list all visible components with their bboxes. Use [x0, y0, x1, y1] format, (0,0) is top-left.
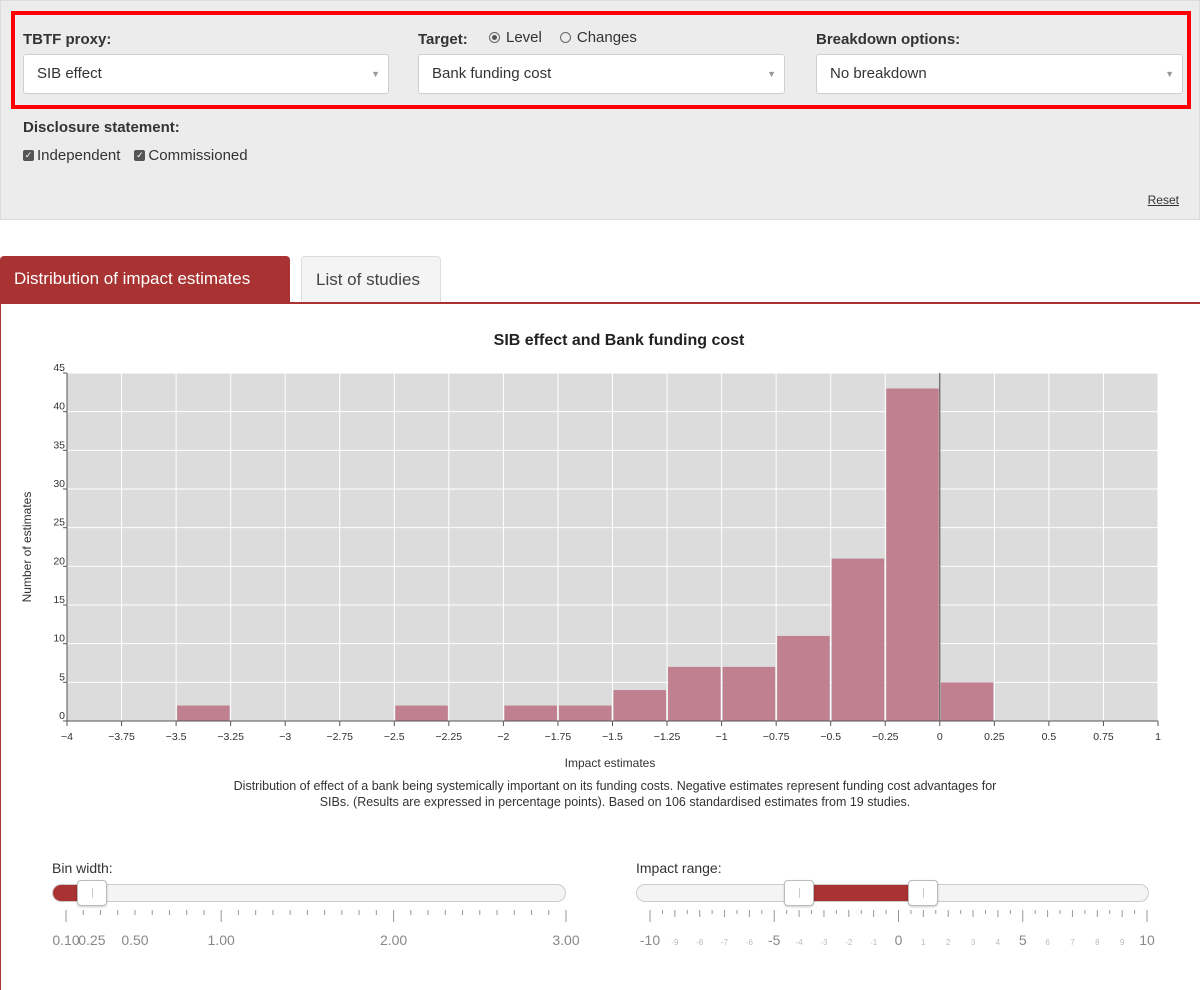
x-tick-label: −2.25: [436, 731, 463, 743]
histogram-chart: −4 −3.75 −3.5 −3.25 −3 −2.75 −2.5 −2.25 −2 −1.75 −…: [53, 362, 1161, 743]
histogram-bar: [668, 666, 721, 721]
histogram-bar: [558, 705, 612, 721]
range-tick-label: -9: [671, 938, 679, 947]
x-tick-label: 0.75: [1093, 731, 1114, 743]
bin-width-label: Bin width:: [52, 860, 113, 876]
x-tick-label: −1.75: [545, 731, 572, 743]
range-tick-label: 4: [996, 938, 1001, 947]
y-tick-label: 30: [53, 478, 65, 490]
histogram-bar: [831, 558, 885, 721]
y-tick-label: 10: [53, 633, 65, 645]
x-tick-label: −0.5: [820, 731, 841, 743]
x-tick-label: −1.25: [654, 731, 681, 743]
bin-width-handle[interactable]: [76, 880, 107, 906]
y-tick-label: 15: [53, 594, 65, 606]
range-tick-label: -7: [721, 938, 729, 947]
histogram-bar: [940, 682, 994, 721]
x-tick-label: −3.25: [217, 731, 244, 743]
bin-width-ticks: 0.100.25 0.50 1.00 2.00 3.00: [52, 910, 580, 948]
bin-tick-label: 0.50: [121, 932, 148, 948]
y-tick-label: 45: [53, 362, 65, 374]
x-tick-label: −0.25: [872, 731, 899, 743]
y-tick-label: 35: [53, 439, 65, 451]
bin-tick-label: 0.25: [78, 932, 105, 948]
bin-tick-label: 0.10: [52, 932, 79, 948]
range-tick-label: 8: [1095, 938, 1100, 947]
x-tick-label: −2.75: [326, 731, 353, 743]
x-tick-label: −2.5: [384, 731, 405, 743]
histogram-bar: [177, 705, 230, 721]
x-tick-label: 0.25: [984, 731, 1005, 743]
x-tick-label: −0.75: [763, 731, 790, 743]
histogram-bar: [613, 690, 667, 721]
x-tick-label: 1: [1155, 731, 1161, 743]
x-tick-label: 0.5: [1042, 731, 1057, 743]
y-tick-label: 5: [59, 671, 65, 683]
histogram-bar: [886, 388, 939, 721]
range-tick-label: 9: [1120, 938, 1125, 947]
x-tick-label: −1: [716, 731, 728, 743]
bin-tick-label: 3.00: [552, 932, 579, 948]
x-tick-label: −3: [279, 731, 291, 743]
histogram-bar: [504, 705, 557, 721]
y-tick-label: 25: [53, 517, 65, 529]
range-tick-label: -4: [796, 938, 804, 947]
histogram-bar: [777, 635, 830, 721]
x-axis-label: Impact estimates: [564, 756, 656, 770]
range-tick-label: 7: [1070, 938, 1075, 947]
range-tick-label: 6: [1045, 938, 1050, 947]
impact-range-ticks: -10 -9 -8 -7 -6 -5 -4 -3 -2 -1 0 1 2 3 4 5 6 7 8 9 10: [640, 910, 1155, 948]
range-tick-label: 2: [946, 938, 951, 947]
range-tick-label: -10: [640, 932, 660, 948]
range-tick-label: 0: [895, 932, 903, 948]
range-tick-label: -6: [746, 938, 754, 947]
range-tick-label: 1: [921, 938, 926, 947]
range-tick-label: -5: [768, 932, 781, 948]
impact-range-handle-to[interactable]: [908, 880, 939, 906]
histogram-bar: [395, 705, 448, 721]
x-tick-label: −2: [497, 731, 509, 743]
range-tick-label: -1: [870, 938, 878, 947]
y-tick-label: 0: [59, 710, 65, 722]
x-tick-label: 0: [937, 731, 943, 743]
y-tick-label: 20: [53, 555, 65, 567]
x-tick-label: −3.75: [108, 731, 135, 743]
range-tick-label: -3: [820, 938, 828, 947]
x-tick-label: −4: [61, 731, 73, 743]
x-tick-label: −3.5: [166, 731, 187, 743]
impact-range-fill: [799, 885, 924, 901]
range-tick-label: -8: [696, 938, 704, 947]
impact-range-handle-from[interactable]: [784, 880, 815, 906]
bin-tick-label: 2.00: [380, 932, 407, 948]
impact-range-label: Impact range:: [636, 860, 722, 876]
bin-width-track[interactable]: [52, 884, 566, 902]
x-tick-label: −1.5: [602, 731, 623, 743]
y-tick-label: 40: [53, 401, 65, 413]
range-tick-label: 3: [971, 938, 976, 947]
chart-caption: Distribution of effect of a bank being s…: [233, 779, 997, 809]
range-tick-label: 5: [1019, 932, 1027, 948]
range-tick-label: -2: [845, 938, 853, 947]
bin-tick-label: 1.00: [208, 932, 235, 948]
histogram-bar: [722, 666, 776, 721]
range-tick-label: 10: [1139, 932, 1155, 948]
